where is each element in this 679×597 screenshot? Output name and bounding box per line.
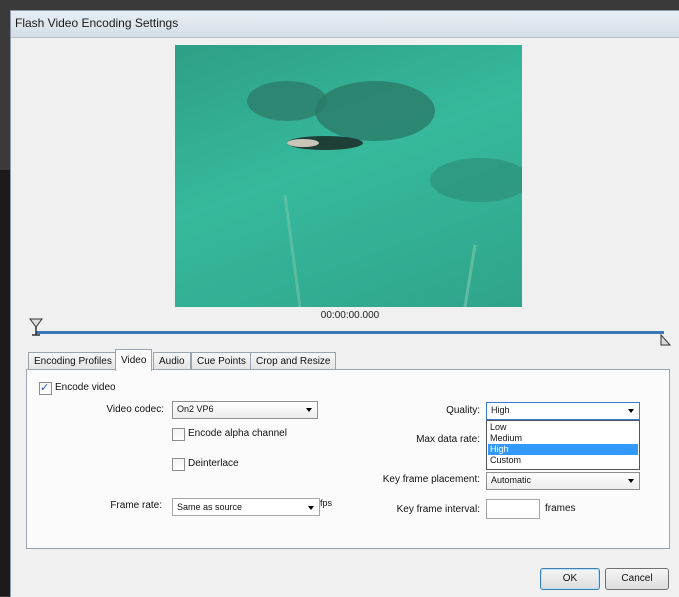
window-title: Flash Video Encoding Settings bbox=[15, 16, 179, 30]
cancel-button[interactable]: Cancel bbox=[605, 568, 669, 590]
checkmark-icon: ✓ bbox=[40, 382, 50, 394]
video-preview bbox=[175, 45, 522, 307]
frame-rate-value: Same as source bbox=[177, 502, 243, 512]
key-frame-placement-value: Automatic bbox=[491, 475, 532, 485]
fps-unit: fps bbox=[320, 498, 333, 508]
frame-rate-select[interactable]: Same as source bbox=[172, 498, 320, 516]
key-frame-interval-label: Key frame interval: bbox=[396, 504, 480, 515]
title-bar[interactable]: Flash Video Encoding Settings bbox=[11, 11, 679, 38]
key-frame-interval-input[interactable] bbox=[486, 499, 540, 519]
chevron-down-icon bbox=[628, 409, 634, 413]
encode-video-checkbox[interactable]: ✓ bbox=[39, 382, 52, 395]
video-codec-value: On2 VP6 bbox=[177, 404, 214, 414]
chevron-down-icon bbox=[306, 408, 312, 412]
key-frame-placement-label: Key frame placement: bbox=[382, 474, 480, 485]
max-data-rate-label: Max data rate: bbox=[416, 434, 480, 445]
quality-select[interactable]: High bbox=[486, 402, 640, 420]
video-codec-label: Video codec: bbox=[106, 404, 164, 415]
background-strip bbox=[0, 170, 10, 596]
frame-rate-label: Frame rate: bbox=[110, 500, 162, 511]
quality-option-high[interactable]: High bbox=[488, 444, 638, 455]
chevron-down-icon bbox=[308, 506, 314, 510]
deinterlace-checkbox[interactable] bbox=[172, 458, 185, 471]
encode-alpha-checkbox[interactable] bbox=[172, 428, 185, 441]
tab-video[interactable]: Video bbox=[115, 349, 153, 371]
quality-option-low[interactable]: Low bbox=[488, 422, 638, 433]
quality-dropdown-list: Low Medium High Custom bbox=[486, 420, 640, 470]
chevron-down-icon bbox=[628, 479, 634, 483]
scrub-end-handle-icon[interactable] bbox=[659, 334, 671, 346]
deinterlace-label: Deinterlace bbox=[188, 458, 239, 469]
scrub-track[interactable] bbox=[36, 331, 664, 334]
ok-button[interactable]: OK bbox=[540, 568, 600, 590]
scrub-start-handle-icon[interactable] bbox=[29, 318, 43, 336]
encode-alpha-label: Encode alpha channel bbox=[188, 428, 287, 439]
encode-video-label: Encode video bbox=[55, 382, 116, 393]
quality-option-medium[interactable]: Medium bbox=[488, 433, 638, 444]
quality-option-custom[interactable]: Custom bbox=[488, 455, 638, 466]
preview-frame bbox=[247, 81, 522, 307]
key-frame-placement-select[interactable]: Automatic bbox=[486, 472, 640, 490]
timecode: 00:00:00.000 bbox=[320, 310, 380, 321]
tab-audio[interactable]: Audio bbox=[153, 352, 191, 370]
tab-crop-and-resize[interactable]: Crop and Resize bbox=[250, 352, 337, 370]
tab-encoding-profiles[interactable]: Encoding Profiles bbox=[28, 352, 118, 370]
tab-cue-points[interactable]: Cue Points bbox=[191, 352, 252, 370]
video-codec-select[interactable]: On2 VP6 bbox=[172, 401, 318, 419]
quality-value: High bbox=[491, 405, 510, 415]
frames-unit: frames bbox=[545, 503, 576, 514]
quality-label: Quality: bbox=[446, 405, 480, 416]
